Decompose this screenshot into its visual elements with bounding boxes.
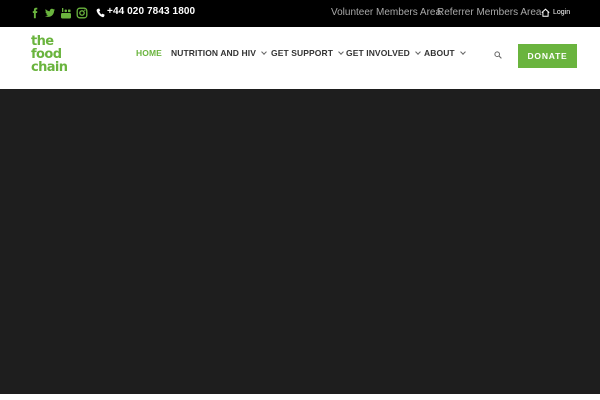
instagram-icon[interactable] <box>76 7 88 19</box>
nav-get-support[interactable]: GET SUPPORT <box>271 48 344 58</box>
nav-support-label: GET SUPPORT <box>271 48 334 58</box>
nav-home-label: HOME <box>136 48 162 58</box>
nav-nutrition-label: NUTRITION AND HIV <box>171 48 256 58</box>
volunteer-members-link[interactable]: Volunteer Members Area <box>331 7 441 18</box>
login-link[interactable]: Login <box>553 9 570 16</box>
chevron-down-icon <box>261 49 267 55</box>
facebook-icon[interactable] <box>29 7 41 19</box>
nav-home[interactable]: HOME <box>136 48 162 58</box>
chevron-down-icon <box>459 49 466 55</box>
logo-line-3: chain <box>31 60 68 75</box>
phone-icon <box>96 8 105 18</box>
referrer-members-link[interactable]: Referrer Members Area <box>437 7 541 18</box>
site-header: the food chain HOME NUTRITION AND HIV GE… <box>0 27 600 89</box>
chevron-down-icon <box>415 49 421 55</box>
logo[interactable]: the food chain <box>31 35 75 79</box>
nav-about[interactable]: ABOUT <box>424 48 466 58</box>
hero-banner <box>0 89 600 394</box>
nav-about-label: ABOUT <box>424 48 455 58</box>
nav-nutrition-and-hiv[interactable]: NUTRITION AND HIV <box>171 48 267 58</box>
chevron-down-icon <box>338 49 344 55</box>
search-icon[interactable] <box>494 51 502 59</box>
page-bottom <box>0 394 600 400</box>
youtube-icon[interactable] <box>60 7 72 19</box>
donate-button[interactable]: DONATE <box>518 44 577 68</box>
home-icon <box>541 8 550 17</box>
twitter-icon[interactable] <box>44 7 56 19</box>
nav-get-involved[interactable]: GET INVOLVED <box>346 48 421 58</box>
top-bar: +44 020 7843 1800 Volunteer Members Area… <box>0 0 600 27</box>
phone-number[interactable]: +44 020 7843 1800 <box>107 6 195 17</box>
nav-involved-label: GET INVOLVED <box>346 48 410 58</box>
